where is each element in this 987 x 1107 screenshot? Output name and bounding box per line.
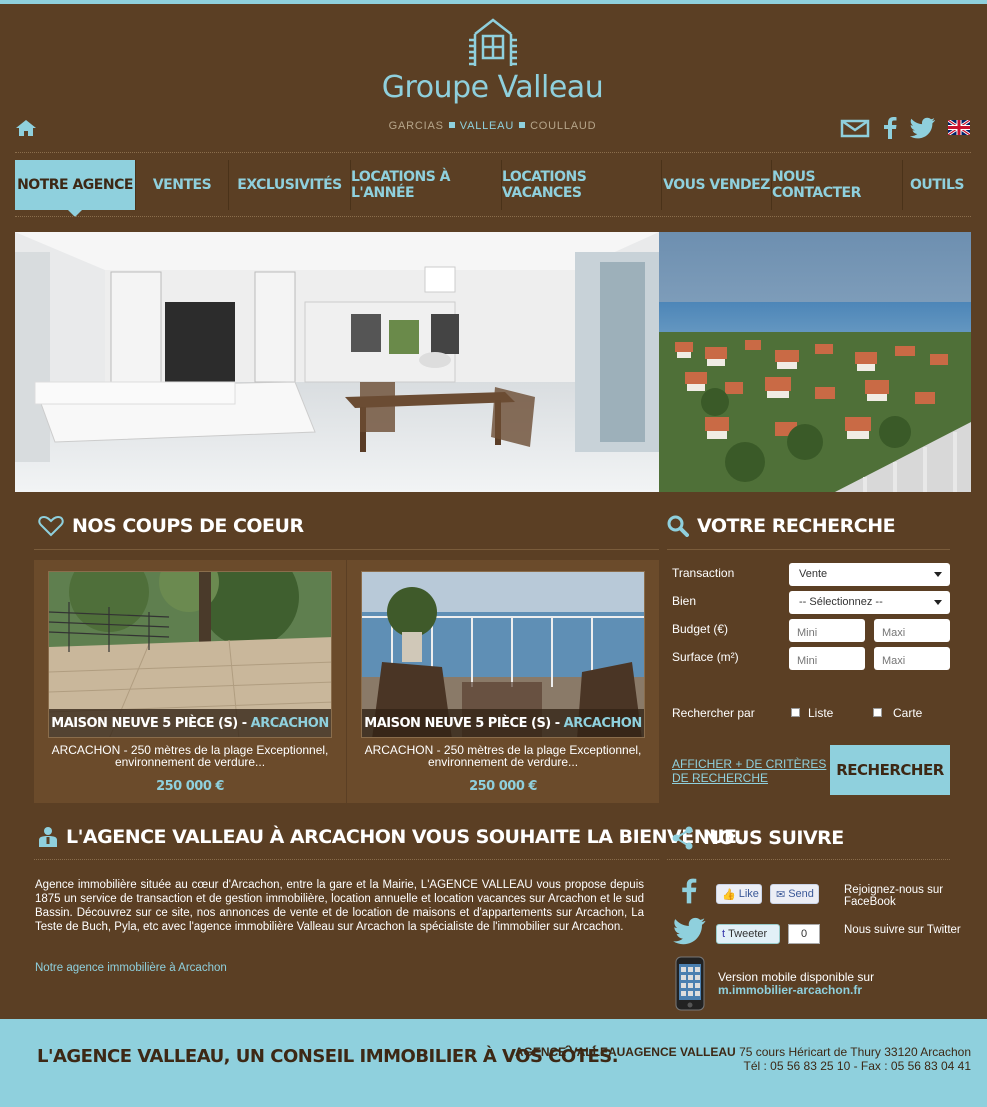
mobile-site-link[interactable]: m.immobilier-arcachon.fr [718, 983, 862, 997]
speech-bubble-icon: ✉ [776, 888, 786, 901]
surface-label: Surface (m²) [672, 650, 739, 664]
property-price: 250 000 € [156, 779, 224, 794]
search-by-label: Rechercher par [672, 706, 755, 720]
transaction-select[interactable]: Vente [789, 563, 950, 586]
mobile-version-text: Version mobile disponible sur m.immobilie… [718, 970, 875, 997]
chevron-down-icon [934, 600, 942, 605]
twitter-follow-text: Nous suivre sur Twitter [844, 924, 961, 936]
cards-divider [346, 560, 347, 803]
surface-min-input[interactable] [789, 647, 865, 670]
nav-exclusivites[interactable]: Exclusivités [229, 160, 351, 210]
follow-divider [667, 859, 950, 860]
chevron-down-icon [934, 572, 942, 577]
property-description: ARCACHON - 250 mètres de la plage Except… [51, 743, 329, 769]
agent-icon [39, 827, 57, 847]
logo[interactable]: Groupe Valleau GARCIAS VALLEAU COULLAUD [370, 14, 615, 139]
search-icon [667, 515, 689, 537]
heart-icon [38, 515, 64, 537]
hero-banner-image [15, 232, 971, 492]
welcome-heading: L'agence Valleau à Arcachon vous souhait… [38, 826, 744, 848]
twitter-bird-icon: t [722, 928, 726, 940]
tweet-button[interactable]: t Tweeter [716, 924, 780, 944]
welcome-title: L'agence Valleau à Arcachon vous souhait… [66, 826, 744, 848]
property-title[interactable]: Maison neuve 5 pièce (s) - Arcachon [362, 709, 644, 737]
nav-locations-vacances[interactable]: Locations vacances [502, 160, 662, 210]
facebook-send-button[interactable]: ✉ Send [770, 884, 819, 904]
header-divider [15, 152, 971, 153]
facebook-follow-text: Rejoignez-nous sur FaceBook [844, 884, 944, 908]
liste-label: Liste [808, 706, 834, 720]
footer-street: 75 cours Héricart de Thury 33120 Arcacho… [739, 1045, 971, 1059]
property-card[interactable]: Maison neuve 5 pièce (s) - Arcachon ARCAC… [361, 571, 645, 794]
nav-divider [15, 216, 971, 217]
iphone-icon [675, 956, 705, 1011]
property-card[interactable]: Maison neuve 5 pièce (s) - Arcachon ARCAC… [48, 571, 332, 794]
nav-outils[interactable]: Outils [903, 160, 971, 210]
twitter-icon[interactable] [673, 917, 707, 945]
facebook-icon[interactable] [882, 117, 898, 139]
budget-min-input[interactable] [789, 619, 865, 642]
nav-notre-agence[interactable]: Notre agence [15, 160, 136, 217]
property-title[interactable]: Maison neuve 5 pièce (s) - Arcachon [49, 709, 331, 737]
surface-max-input[interactable] [874, 647, 950, 670]
welcome-divider [34, 859, 659, 860]
share-icon [672, 826, 693, 850]
search-heading: Votre recherche [667, 515, 896, 537]
property-image[interactable]: Maison neuve 5 pièce (s) - Arcachon [361, 571, 645, 738]
logo-subtitle: GARCIAS VALLEAU COULLAUD [388, 120, 597, 132]
search-title: Votre recherche [697, 515, 896, 537]
footer-agency-name: AGENCE VALLEAUAGENCE VALLEAU [514, 1045, 736, 1059]
home-icon[interactable] [15, 119, 37, 137]
main-nav: Notre agence Ventes Exclusivités Locatio… [15, 160, 971, 217]
thumbs-up-icon: 👍 [722, 888, 736, 901]
bien-select[interactable]: -- Sélectionnez -- [789, 591, 950, 614]
logo-name: Groupe Valleau [381, 70, 604, 105]
facebook-icon[interactable] [680, 875, 698, 907]
facebook-like-button[interactable]: 👍 Like [716, 884, 762, 904]
property-image[interactable]: Maison neuve 5 pièce (s) - Arcachon [48, 571, 332, 738]
top-accent-bar [0, 0, 987, 4]
twitter-icon[interactable] [910, 117, 936, 139]
nav-ventes[interactable]: Ventes [136, 160, 229, 210]
coups-de-coeur-heading: Nos coups de coeur [38, 515, 304, 537]
budget-label: Budget (€) [672, 622, 729, 636]
search-button[interactable]: Rechercher [830, 745, 950, 795]
follow-heading: Nous suivre [671, 826, 844, 850]
footer-phones: Tél : 05 56 83 25 10 - Fax : 05 56 83 04… [743, 1059, 972, 1073]
liste-checkbox[interactable] [791, 708, 800, 717]
mail-icon[interactable] [840, 117, 870, 139]
search-divider [667, 549, 950, 550]
property-price: 250 000 € [469, 779, 537, 794]
footer-address: AGENCE VALLEAUAGENCE VALLEAU 75 cours Hé… [515, 1045, 971, 1073]
property-description: ARCACHON - 250 mètres de la plage Except… [364, 743, 642, 769]
coups-de-coeur-title: Nos coups de coeur [72, 515, 304, 537]
nav-nous-contacter[interactable]: Nous contacter [772, 160, 903, 210]
tweet-count: 0 [788, 924, 820, 944]
nav-locations-annee[interactable]: Locations à l'année [351, 160, 502, 210]
carte-checkbox[interactable] [873, 708, 882, 717]
carte-label: Carte [893, 706, 923, 720]
welcome-paragraph: Agence immobilière située au cœur d'Arca… [35, 879, 644, 933]
english-flag-icon[interactable] [948, 120, 970, 135]
follow-title: Nous suivre [703, 827, 844, 849]
more-criteria-link[interactable]: Afficher + de critères de recherche [672, 757, 832, 785]
agency-link[interactable]: Notre agence immobilière à Arcachon [35, 962, 227, 974]
transaction-label: Transaction [672, 566, 735, 580]
budget-max-input[interactable] [874, 619, 950, 642]
logo-house-icon [468, 18, 517, 66]
nav-vous-vendez[interactable]: Vous vendez [662, 160, 772, 210]
coups-de-coeur-divider [34, 549, 659, 550]
bien-label: Bien [672, 594, 697, 608]
